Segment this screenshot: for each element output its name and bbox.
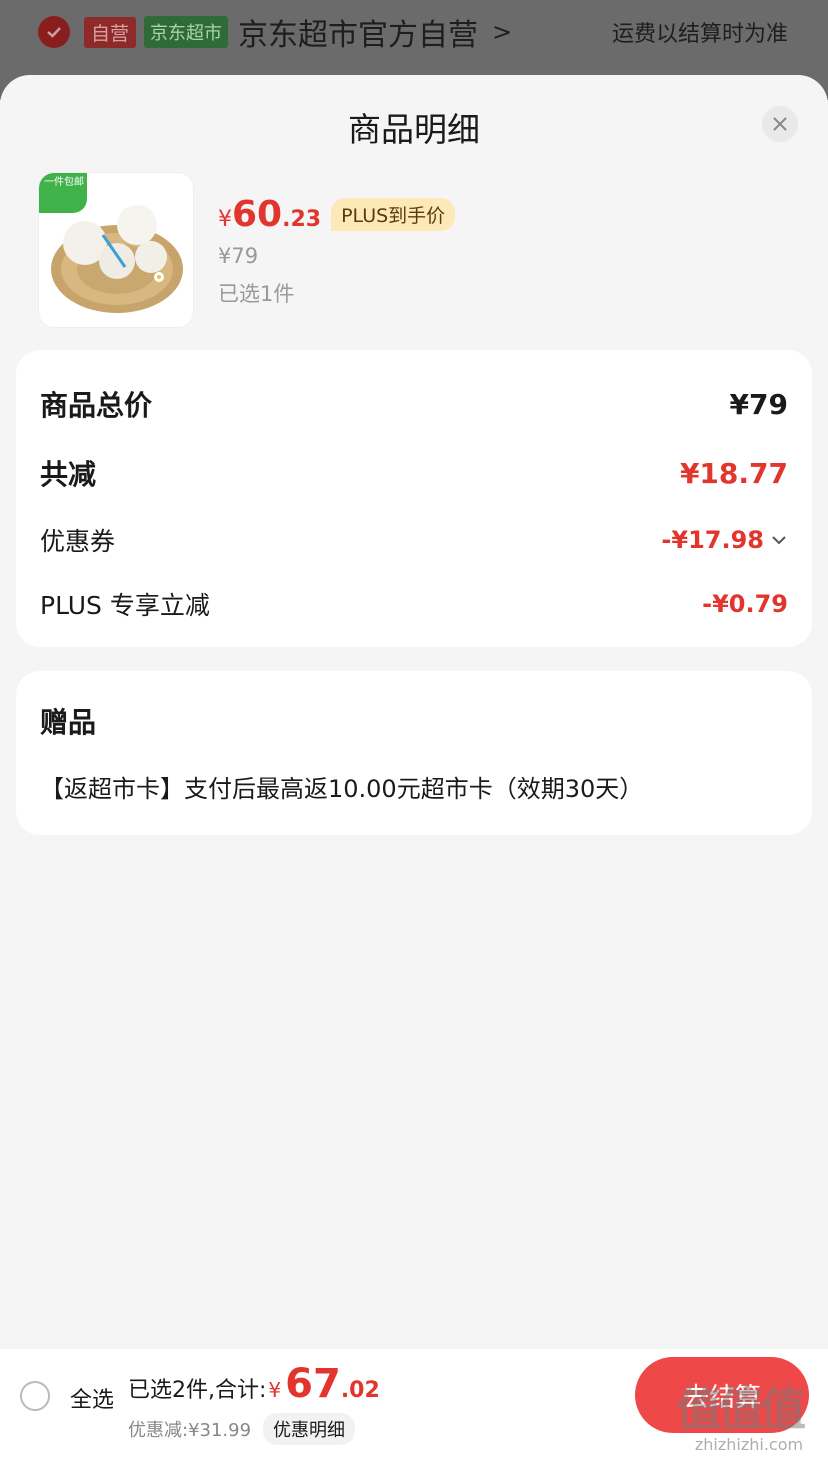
- sum-integer: 67: [285, 1361, 341, 1407]
- coupon-row[interactable]: 优惠券 -¥17.98: [40, 522, 788, 558]
- discount-text: 优惠减:¥31.99: [128, 1420, 252, 1441]
- check-icon[interactable]: [38, 16, 70, 48]
- sheet-title: 商品明细: [348, 110, 480, 149]
- price-symbol: ¥: [218, 207, 232, 232]
- chevron-right-icon[interactable]: >: [492, 18, 512, 46]
- coupon-label: 优惠券: [40, 527, 116, 556]
- jd-market-tag: 京东超市: [144, 16, 229, 48]
- plus-reduce-label: PLUS 专享立减: [40, 591, 210, 620]
- total-reduce-row: 共减 ¥18.77: [40, 453, 788, 493]
- total-price-value: ¥79: [729, 387, 788, 421]
- self-operated-tag: 自营: [84, 16, 137, 48]
- shipping-note: 运费以结算时为准: [611, 22, 788, 47]
- watermark: 值值值 zhizhizhi.com: [676, 1383, 822, 1469]
- price-integer: 60: [232, 194, 283, 235]
- sum-line: 已选2件,合计: ¥ 67 .02: [128, 1361, 380, 1407]
- price-decimal: .23: [282, 207, 322, 232]
- total-reduce-label: 共减: [40, 458, 97, 491]
- coupon-value-wrap[interactable]: -¥17.98: [661, 526, 788, 554]
- sum-text: 已选2件,合计:: [128, 1378, 267, 1403]
- sum-decimal: .02: [340, 1378, 380, 1403]
- checkout-bar: 全选 已选2件,合计: ¥ 67 .02 优惠减:¥31.99 优惠明细 去结算…: [0, 1349, 828, 1474]
- gift-card: 赠品 【返超市卡】支付后最高返10.00元超市卡（效期30天）: [16, 671, 812, 835]
- coupon-value: -¥17.98: [661, 526, 764, 554]
- gift-title: 赠品: [40, 706, 97, 739]
- sum-symbol: ¥: [268, 1378, 282, 1402]
- shop-name[interactable]: 京东超市官方自营: [238, 10, 478, 54]
- select-all-label[interactable]: 全选: [70, 1382, 114, 1414]
- product-price: ¥ 60 .23 PLUS到手价: [218, 194, 456, 235]
- product-detail-sheet: 商品明细 一件包邮 ¥ 60 .23 PLUS到手价 ¥79 已选1件 商品总价…: [0, 75, 828, 1474]
- price-summary-card: 商品总价 ¥79 共减 ¥18.77 优惠券 -¥17.98 PLUS 专享立减…: [16, 350, 812, 647]
- watermark-logo: 值值值: [676, 1382, 806, 1436]
- product-thumbnail[interactable]: 一件包邮: [38, 172, 194, 328]
- selected-count: 已选1件: [218, 282, 295, 306]
- shop-header-row: 自营 京东超市 京东超市官方自营 > 运费以结算时为准: [38, 10, 788, 54]
- total-reduce-value: ¥18.77: [679, 456, 788, 490]
- plus-reduce-value: -¥0.79: [702, 590, 788, 618]
- chevron-down-icon: [772, 536, 786, 545]
- total-price-label: 商品总价: [40, 389, 153, 422]
- total-price-row: 商品总价 ¥79: [40, 384, 788, 424]
- plus-price-tag: PLUS到手价: [331, 198, 456, 231]
- plus-reduce-row: PLUS 专享立减 -¥0.79: [40, 586, 788, 622]
- watermark-url: zhizhizhi.com: [694, 1435, 804, 1454]
- product-item: 一件包邮 ¥ 60 .23 PLUS到手价 ¥79 已选1件: [38, 172, 790, 332]
- close-button[interactable]: [762, 106, 798, 142]
- gift-description: 【返超市卡】支付后最高返10.00元超市卡（效期30天）: [40, 775, 644, 803]
- original-price: ¥79: [218, 244, 259, 268]
- close-icon: [773, 117, 787, 131]
- free-shipping-badge: 一件包邮: [39, 173, 87, 213]
- select-all-radio[interactable]: [20, 1381, 50, 1411]
- discount-detail-button[interactable]: 优惠明细: [263, 1413, 356, 1445]
- discount-line: 优惠减:¥31.99 优惠明细: [128, 1413, 356, 1445]
